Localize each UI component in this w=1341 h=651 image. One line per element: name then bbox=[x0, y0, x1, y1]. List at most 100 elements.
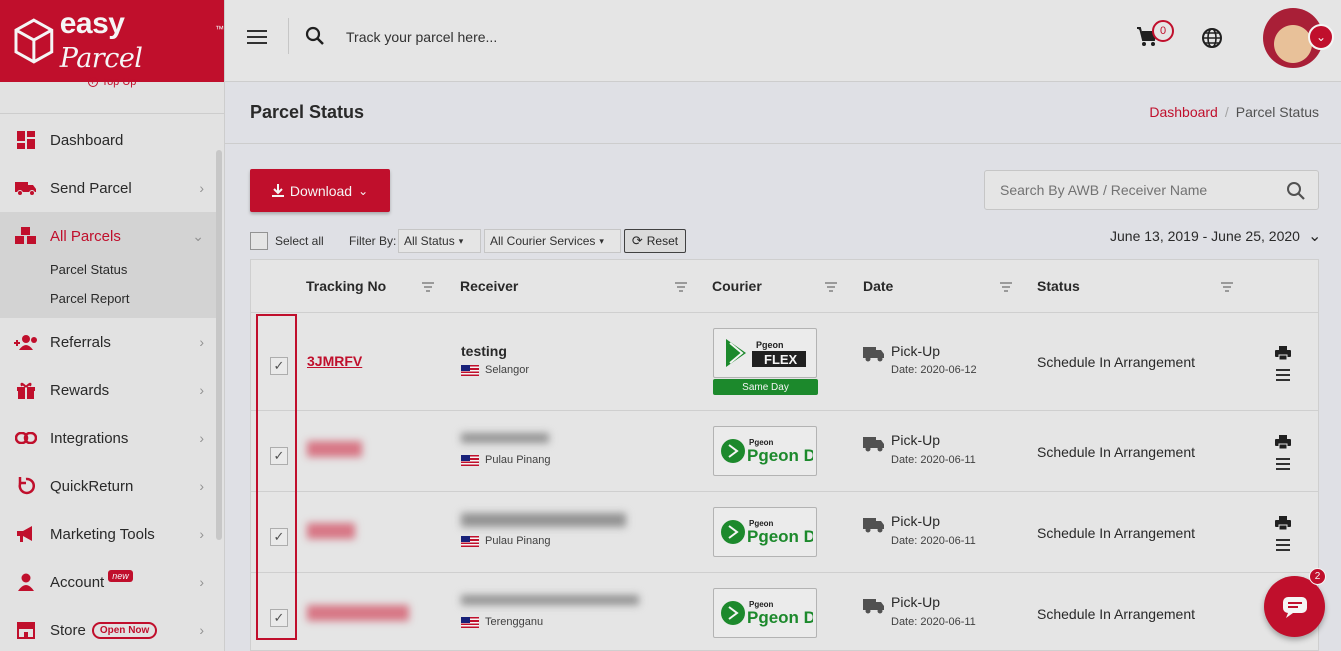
awb-search-input[interactable] bbox=[985, 171, 1265, 209]
print-icon[interactable] bbox=[1275, 346, 1291, 360]
chevron-right-icon: › bbox=[199, 430, 204, 446]
chevron-right-icon: › bbox=[199, 382, 204, 398]
row-menu-icon[interactable] bbox=[1276, 458, 1290, 473]
sidebar-item-label: Store bbox=[50, 621, 86, 639]
date-value: Date: 2020-06-12 bbox=[891, 364, 977, 376]
table-row: ✓ Terengganu PgeonPgeon Delivery Pick-Up… bbox=[251, 572, 1318, 651]
search-icon[interactable] bbox=[1286, 181, 1306, 201]
breadcrumb-dashboard[interactable]: Dashboard bbox=[1149, 104, 1218, 120]
column-header-tracking[interactable]: Tracking No bbox=[306, 278, 386, 294]
sidebar-item-label: Rewards bbox=[50, 381, 110, 399]
caret-down-icon: ▾ bbox=[599, 235, 604, 246]
chevron-down-icon[interactable]: ⌄ bbox=[1308, 24, 1334, 50]
date-value: Date: 2020-06-11 bbox=[891, 616, 976, 628]
sidebar-item-marketing-tools[interactable]: Marketing Tools › bbox=[0, 510, 216, 558]
sidebar-item-integrations[interactable]: Integrations › bbox=[0, 414, 216, 462]
sidebar: easy Parcel ™ + Top Up Dashboard Send Parc… bbox=[0, 0, 225, 651]
hamburger-menu-icon[interactable] bbox=[247, 30, 267, 48]
sidebar-item-account[interactable]: Account new › bbox=[0, 558, 216, 606]
sidebar-item-store[interactable]: Store Open Now › bbox=[0, 606, 216, 651]
sidebar-subitem-parcel-report[interactable]: Parcel Report bbox=[50, 291, 129, 306]
open-now-badge: Open Now bbox=[91, 621, 158, 639]
row-checkbox[interactable]: ✓ bbox=[270, 447, 288, 465]
date-value: Date: 2020-06-11 bbox=[891, 535, 976, 547]
truck-icon bbox=[863, 437, 884, 452]
tracking-number-link[interactable] bbox=[307, 441, 362, 457]
chevron-right-icon: › bbox=[199, 622, 204, 638]
chat-button[interactable] bbox=[1264, 576, 1325, 637]
row-checkbox[interactable]: ✓ bbox=[270, 609, 288, 627]
row-checkbox[interactable]: ✓ bbox=[270, 357, 288, 375]
sort-icon[interactable] bbox=[1221, 282, 1233, 292]
cart-count-badge: 0 bbox=[1152, 20, 1174, 42]
sidebar-item-send-parcel[interactable]: Send Parcel › bbox=[0, 164, 216, 212]
svg-text:Pgeon Delivery: Pgeon Delivery bbox=[747, 527, 813, 546]
receiver-name bbox=[461, 433, 549, 443]
print-icon[interactable] bbox=[1275, 435, 1291, 449]
brand-logo[interactable]: easy Parcel ™ bbox=[0, 0, 224, 82]
tracking-number-link[interactable]: 3JMRFV bbox=[307, 353, 362, 369]
top-bar: Track your parcel here... 0 ⌄ bbox=[225, 0, 1341, 82]
gift-icon bbox=[14, 380, 38, 400]
sidebar-item-referrals[interactable]: Referrals › bbox=[0, 318, 216, 366]
reset-button[interactable]: ⟳ Reset bbox=[624, 229, 686, 253]
courier-logo: Pgeon FLEX bbox=[713, 328, 817, 378]
malaysia-flag-icon bbox=[461, 454, 479, 466]
date-range-picker[interactable]: June 13, 2019 - June 25, 2020 ⌄ bbox=[1110, 226, 1321, 246]
sort-icon[interactable] bbox=[422, 282, 434, 292]
receiver-name: testing bbox=[461, 343, 507, 359]
select-all-checkbox[interactable] bbox=[250, 232, 268, 250]
chevron-right-icon: › bbox=[199, 478, 204, 494]
column-header-status[interactable]: Status bbox=[1037, 278, 1080, 294]
reset-label: Reset bbox=[646, 234, 679, 248]
courier-filter-dropdown[interactable]: All Courier Services ▾ bbox=[484, 229, 621, 253]
sidebar-item-dashboard[interactable]: Dashboard bbox=[0, 116, 216, 164]
row-menu-icon[interactable] bbox=[1276, 539, 1290, 554]
track-parcel-input[interactable]: Track your parcel here... bbox=[346, 29, 497, 45]
globe-icon[interactable] bbox=[1201, 27, 1223, 49]
table-row: ✓ 3JMRFV testing Selangor Pgeon FLEX Same… bbox=[251, 312, 1318, 410]
topup-link[interactable]: + Top Up bbox=[0, 76, 224, 114]
sidebar-scrollbar[interactable] bbox=[216, 150, 222, 540]
truck-icon bbox=[863, 347, 884, 362]
sort-icon[interactable] bbox=[675, 282, 687, 292]
sidebar-item-label: Dashboard bbox=[50, 131, 124, 149]
svg-text:Pgeon Delivery: Pgeon Delivery bbox=[747, 608, 813, 627]
column-header-receiver[interactable]: Receiver bbox=[460, 278, 518, 294]
status-text: Schedule In Arrangement bbox=[1037, 525, 1195, 541]
select-all[interactable]: Select all bbox=[250, 232, 324, 250]
sidebar-item-label: Marketing Tools bbox=[50, 525, 155, 543]
chevron-down-icon: ⌄ bbox=[1307, 228, 1322, 245]
return-icon bbox=[14, 476, 38, 496]
box-logo-icon bbox=[14, 18, 54, 64]
malaysia-flag-icon bbox=[461, 364, 479, 376]
sort-icon[interactable] bbox=[825, 282, 837, 292]
table-row: ✓ Pulau Pinang PgeonPgeon Delivery Pick-… bbox=[251, 491, 1318, 572]
status-filter-dropdown[interactable]: All Status ▾ bbox=[398, 229, 481, 253]
sidebar-item-quickreturn[interactable]: QuickReturn › bbox=[0, 462, 216, 510]
tracking-number-link[interactable] bbox=[307, 523, 355, 539]
column-header-date[interactable]: Date bbox=[863, 278, 893, 294]
row-checkbox[interactable]: ✓ bbox=[270, 528, 288, 546]
courier-filter-value: All Courier Services bbox=[490, 234, 596, 248]
receiver-state: Pulau Pinang bbox=[461, 535, 550, 547]
receiver-name bbox=[461, 595, 639, 605]
plus-circle-icon: + bbox=[87, 77, 98, 87]
print-icon[interactable] bbox=[1275, 516, 1291, 530]
divider bbox=[225, 143, 1341, 144]
sort-icon[interactable] bbox=[1000, 282, 1012, 292]
breadcrumb: Dashboard / Parcel Status bbox=[1149, 104, 1319, 120]
download-button[interactable]: Download ⌄ bbox=[250, 169, 390, 212]
search-icon[interactable] bbox=[305, 26, 325, 46]
tracking-number-link[interactable] bbox=[307, 605, 409, 621]
brand-name: easy Parcel bbox=[59, 7, 143, 74]
truck-icon bbox=[863, 599, 884, 614]
sidebar-item-label: QuickReturn bbox=[50, 477, 134, 495]
chevron-right-icon: › bbox=[199, 334, 204, 350]
sidebar-item-rewards[interactable]: Rewards › bbox=[0, 366, 216, 414]
sidebar-item-all-parcels[interactable]: All Parcels ⌄ bbox=[0, 212, 216, 260]
column-header-courier[interactable]: Courier bbox=[712, 278, 762, 294]
row-menu-icon[interactable] bbox=[1276, 369, 1290, 384]
sidebar-subitem-parcel-status[interactable]: Parcel Status bbox=[50, 262, 127, 277]
chat-icon bbox=[1282, 596, 1307, 618]
